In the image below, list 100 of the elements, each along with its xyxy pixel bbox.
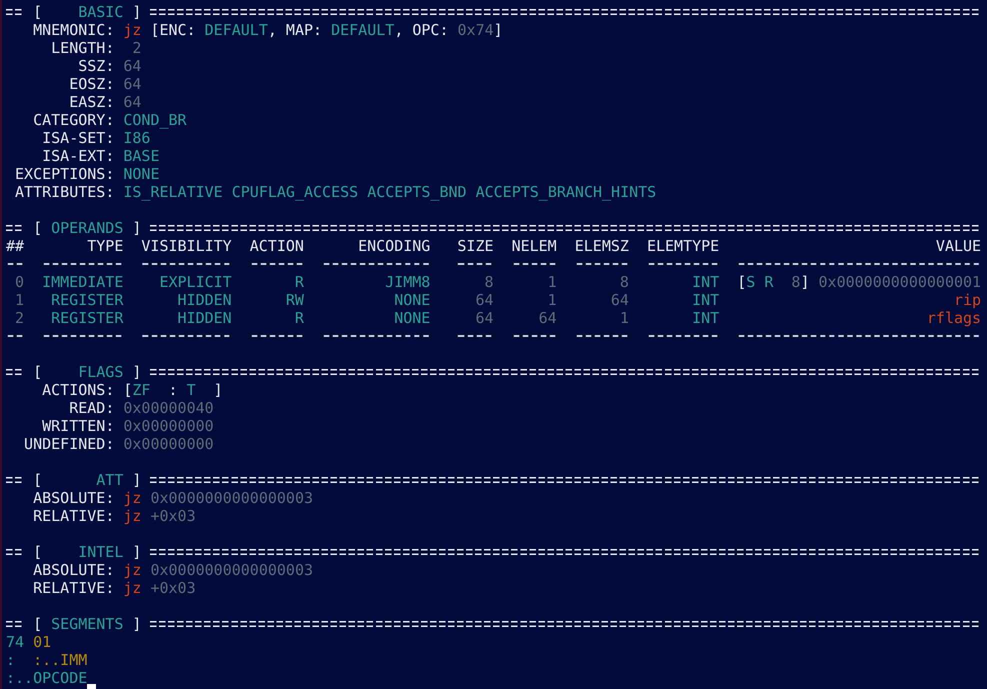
immediate-text: 01	[32, 633, 52, 651]
table-cell-text: JIMM8	[384, 273, 430, 291]
table-cell-text: 64	[610, 291, 629, 309]
mnemonic-text: jz	[123, 489, 142, 507]
table-cell-text: 1	[546, 273, 557, 291]
mnemonic-text: jz	[123, 579, 142, 597]
section-bracket: [	[33, 615, 42, 633]
section-bracket: [	[33, 219, 42, 237]
column-header: SIZE	[457, 237, 494, 255]
field-value: IS_RELATIVE CPUFLAG_ACCESS ACCEPTS_BND ACCEPTS_BRANCH_HINTS	[123, 183, 656, 201]
table-cell-text: INT	[691, 309, 720, 327]
table-cell-text: INT	[691, 291, 720, 309]
field-label: READ:	[68, 399, 114, 417]
field-label: MNEMONIC:	[32, 21, 114, 39]
table-cell-text: REGISTER	[50, 291, 124, 309]
field-value: I86	[123, 129, 150, 147]
numeric-value: 0x00000000	[123, 435, 214, 453]
field-label: UNDEFINED:	[23, 435, 114, 453]
column-header: TYPE	[86, 237, 124, 255]
numeric-value: 8	[790, 273, 800, 291]
table-cell-text: HIDDEN	[176, 291, 232, 309]
field-text: [	[737, 273, 746, 291]
numeric-value: 0x0000000000000003	[149, 561, 314, 579]
column-header: ELEMSZ	[574, 237, 629, 255]
field-label: SSZ:	[77, 57, 114, 75]
table-cell-text: INT	[691, 273, 720, 291]
field-label: EASZ:	[68, 93, 114, 111]
field-text: [ENC:	[149, 21, 197, 39]
text-cursor	[87, 684, 96, 689]
section-bracket: ]	[131, 543, 142, 561]
table-cell-text: R	[294, 273, 304, 291]
field-text: :	[168, 381, 179, 399]
field-value: COND_BR	[123, 111, 187, 129]
opcode-text: :..OPCODE	[6, 669, 88, 687]
field-value: ZF	[132, 381, 150, 399]
section-bracket: [	[33, 363, 42, 381]
column-header: ENCODING	[357, 237, 430, 255]
mnemonic-text: jz	[123, 21, 142, 39]
column-header: VISIBILITY	[141, 237, 232, 255]
section-bracket: ]	[131, 219, 142, 237]
numeric-value: 0x00000000	[123, 417, 214, 435]
field-value: DEFAULT	[204, 21, 268, 39]
numeric-value: 2	[131, 39, 142, 57]
numeric-value: +0x03	[149, 507, 196, 525]
numeric-value: 0x0000000000000003	[149, 489, 314, 507]
section-bracket: [	[33, 471, 42, 489]
field-label: ABSOLUTE:	[32, 489, 114, 507]
field-label: RELATIVE:	[32, 579, 114, 597]
field-text: ]	[800, 273, 810, 291]
field-label: ISA-EXT:	[41, 147, 114, 165]
numeric-value: 0x0000000000000001	[818, 273, 982, 291]
field-value: BASE	[123, 147, 160, 165]
section-bracket: ]	[131, 471, 142, 489]
section-title: FLAGS	[77, 363, 124, 381]
field-value: DEFAULT	[331, 21, 394, 39]
section-title: BASIC	[77, 3, 124, 21]
opcode-text: :	[6, 651, 16, 669]
table-cell: IMMEDIATE	[42, 273, 124, 291]
table-cell-text: 64	[474, 309, 494, 327]
opcode-text: 74	[6, 633, 24, 651]
column-header: NELEM	[512, 237, 557, 255]
field-label: ACTIONS:	[41, 381, 114, 399]
column-header: ELEMTYPE	[646, 237, 720, 255]
numeric-value: 0x00000040	[123, 399, 214, 417]
table-cell-text: 64	[538, 309, 557, 327]
field-value: S R	[746, 273, 774, 291]
numeric-value: 64	[123, 93, 142, 111]
column-header: VALUE	[934, 237, 982, 255]
section-title: SEGMENTS	[50, 615, 124, 633]
field-label: EXCEPTIONS:	[14, 165, 114, 183]
section-title: OPERANDS	[50, 219, 124, 237]
section-bracket: ]	[131, 615, 142, 633]
field-label: WRITTEN:	[41, 417, 114, 435]
section-bracket: [	[33, 3, 42, 21]
mnemonic-text: jz	[123, 507, 142, 525]
field-text: [	[123, 381, 132, 399]
field-label: ATTRIBUTES:	[14, 183, 114, 201]
field-label: ABSOLUTE:	[32, 561, 114, 579]
mnemonic-text: jz	[123, 561, 142, 579]
table-cell-text: 64	[474, 291, 494, 309]
table-cell-text: 2	[14, 309, 24, 327]
table-cell-text: 1	[546, 291, 557, 309]
table-cell-text: 0	[14, 273, 24, 291]
column-header: ##	[6, 237, 24, 255]
table-cell-text: REGISTER	[50, 309, 124, 327]
section-title: INTEL	[77, 543, 124, 561]
table-cell-text: 1	[14, 291, 24, 309]
table-cell-text: 1	[618, 309, 629, 327]
table-cell-text: HIDDEN	[176, 309, 232, 327]
table-cell-text: NONE	[393, 309, 430, 327]
field-label: CATEGORY:	[32, 111, 114, 129]
field-label: LENGTH:	[50, 39, 114, 57]
numeric-value: 64	[123, 75, 142, 93]
field-label: EOSZ:	[68, 75, 114, 93]
mnemonic-text: rflags	[926, 309, 982, 327]
immediate-text: :..IMM	[32, 651, 88, 669]
section-bracket: ]	[131, 3, 142, 21]
field-text: ]	[212, 381, 223, 399]
table-cell-text: RW	[284, 291, 304, 309]
numeric-value: 0x74	[458, 21, 494, 39]
